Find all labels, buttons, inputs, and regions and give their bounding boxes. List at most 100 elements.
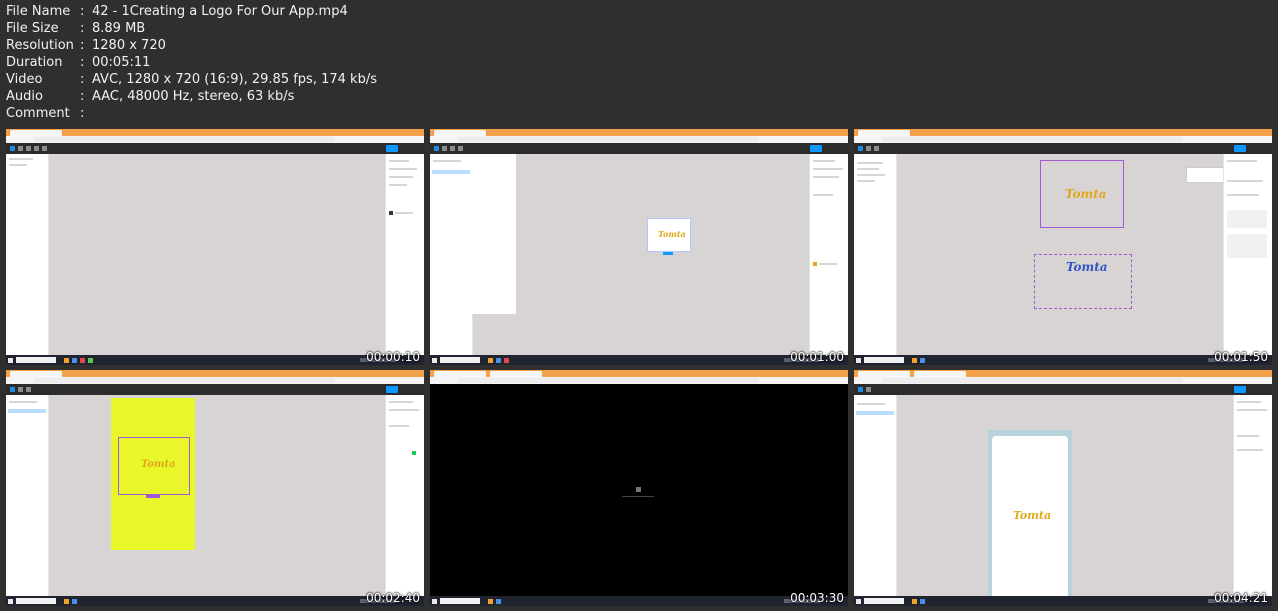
layers-panel-line bbox=[857, 174, 885, 176]
file-info-separator: : bbox=[80, 38, 85, 53]
taskbar-app-icon[interactable] bbox=[504, 358, 509, 363]
thumbnail-4[interactable]: Tomta 00:02:40 bbox=[6, 370, 424, 606]
taskbar bbox=[430, 596, 848, 606]
mobile-frame[interactable]: Tomta bbox=[992, 436, 1068, 606]
move-tool-icon[interactable] bbox=[10, 387, 15, 392]
windows-start-icon[interactable] bbox=[432, 358, 437, 363]
properties-panel-line bbox=[1237, 409, 1267, 411]
logo-text: Tomta bbox=[141, 459, 176, 470]
layers-panel bbox=[854, 395, 897, 596]
logo-frame[interactable]: Tomta bbox=[647, 218, 691, 252]
shape-tool-icon[interactable] bbox=[874, 146, 879, 151]
taskbar-app-icon[interactable] bbox=[80, 358, 85, 363]
windows-start-icon[interactable] bbox=[8, 599, 13, 604]
taskbar-search-input[interactable] bbox=[16, 598, 56, 604]
taskbar-app-icon[interactable] bbox=[920, 599, 925, 604]
figma-toolbar bbox=[854, 143, 1272, 154]
file-info-key: Audio bbox=[6, 89, 43, 104]
address-field[interactable] bbox=[458, 378, 759, 383]
frame-tool-icon[interactable] bbox=[442, 146, 447, 151]
shape-tool-icon[interactable] bbox=[26, 146, 31, 151]
layers-panel-line bbox=[433, 160, 461, 162]
color-swatch[interactable] bbox=[412, 451, 416, 455]
share-button[interactable] bbox=[1234, 386, 1246, 393]
frame-tool-icon[interactable] bbox=[18, 387, 23, 392]
thumbnail-2[interactable]: Tomta 00:01:00 bbox=[430, 129, 848, 365]
taskbar bbox=[6, 355, 424, 365]
frame-tool-icon[interactable] bbox=[18, 146, 23, 151]
layers-panel bbox=[430, 154, 473, 355]
frame-tool-icon[interactable] bbox=[866, 146, 871, 151]
layers-selected-row[interactable] bbox=[8, 409, 46, 413]
taskbar-app-icon[interactable] bbox=[496, 599, 501, 604]
white-canvas-area bbox=[472, 154, 516, 314]
windows-start-icon[interactable] bbox=[856, 599, 861, 604]
taskbar-app-icon[interactable] bbox=[912, 599, 917, 604]
windows-start-icon[interactable] bbox=[8, 358, 13, 363]
properties-panel-line bbox=[389, 184, 407, 186]
text-tool-icon[interactable] bbox=[42, 146, 47, 151]
taskbar-search-input[interactable] bbox=[440, 357, 480, 363]
thumbnail-3[interactable]: Tomta Tomta 00:01:50 bbox=[854, 129, 1272, 365]
share-button[interactable] bbox=[1234, 145, 1246, 152]
logo-text: Tomta bbox=[1013, 509, 1052, 522]
move-tool-icon[interactable] bbox=[10, 146, 15, 151]
taskbar-search-input[interactable] bbox=[16, 357, 56, 363]
share-button[interactable] bbox=[810, 145, 822, 152]
taskbar-app-icon[interactable] bbox=[488, 599, 493, 604]
address-field[interactable] bbox=[882, 137, 1183, 142]
thumbnail-6[interactable]: Tomta 00:04:21 bbox=[854, 370, 1272, 606]
file-info-value: 00:05:11 bbox=[92, 55, 151, 70]
taskbar-app-icon[interactable] bbox=[920, 358, 925, 363]
properties-panel-line bbox=[819, 263, 837, 265]
taskbar-app-icon[interactable] bbox=[72, 358, 77, 363]
pen-tool-icon[interactable] bbox=[458, 146, 463, 151]
taskbar-app-icon[interactable] bbox=[488, 358, 493, 363]
move-tool-icon[interactable] bbox=[434, 146, 439, 151]
context-menu[interactable] bbox=[1186, 167, 1228, 183]
logo-text: Tomta bbox=[658, 229, 686, 239]
windows-start-icon[interactable] bbox=[856, 358, 861, 363]
layers-selected-row[interactable] bbox=[432, 170, 470, 174]
properties-panel-line bbox=[1227, 180, 1263, 182]
file-info-key: Resolution bbox=[6, 38, 74, 53]
taskbar-app-icon[interactable] bbox=[72, 599, 77, 604]
layers-panel bbox=[6, 395, 49, 596]
taskbar-app-icon[interactable] bbox=[88, 358, 93, 363]
color-swatch[interactable] bbox=[813, 262, 817, 266]
layers-selected-row[interactable] bbox=[856, 411, 894, 415]
windows-start-icon[interactable] bbox=[432, 599, 437, 604]
address-field[interactable] bbox=[458, 137, 759, 142]
logo-frame[interactable]: Tomta bbox=[118, 437, 190, 495]
taskbar-search-input[interactable] bbox=[864, 357, 904, 363]
address-field[interactable] bbox=[34, 137, 335, 142]
logo-frame[interactable]: Tomta bbox=[1040, 160, 1124, 228]
share-button[interactable] bbox=[386, 145, 398, 152]
move-tool-icon[interactable] bbox=[858, 387, 863, 392]
move-tool-icon[interactable] bbox=[858, 146, 863, 151]
address-field[interactable] bbox=[34, 378, 335, 383]
thumbnail-5[interactable]: 00:03:30 bbox=[430, 370, 848, 606]
taskbar-app-icon[interactable] bbox=[912, 358, 917, 363]
share-button[interactable] bbox=[386, 386, 398, 393]
properties-panel-line bbox=[389, 425, 409, 427]
color-swatch[interactable] bbox=[389, 211, 393, 215]
frame-tool-icon[interactable] bbox=[866, 387, 871, 392]
taskbar bbox=[6, 596, 424, 606]
taskbar-app-icon[interactable] bbox=[496, 358, 501, 363]
properties-panel-line bbox=[389, 160, 409, 162]
shape-tool-icon[interactable] bbox=[26, 387, 31, 392]
taskbar-search-input[interactable] bbox=[864, 598, 904, 604]
thumbnail-1[interactable]: 00:00:10 bbox=[6, 129, 424, 365]
browser-url-bar bbox=[6, 136, 424, 143]
shape-tool-icon[interactable] bbox=[450, 146, 455, 151]
file-info-row-file-name: File Name : 42 - 1Creating a Logo For Ou… bbox=[6, 3, 377, 20]
pen-tool-icon[interactable] bbox=[34, 146, 39, 151]
browser-url-bar bbox=[6, 377, 424, 384]
file-info-key: File Size bbox=[6, 21, 59, 36]
taskbar-search-input[interactable] bbox=[440, 598, 480, 604]
taskbar-app-icon[interactable] bbox=[64, 358, 69, 363]
taskbar-app-icon[interactable] bbox=[64, 599, 69, 604]
logo-text: Tomta bbox=[1065, 187, 1107, 201]
address-field[interactable] bbox=[882, 378, 1183, 383]
